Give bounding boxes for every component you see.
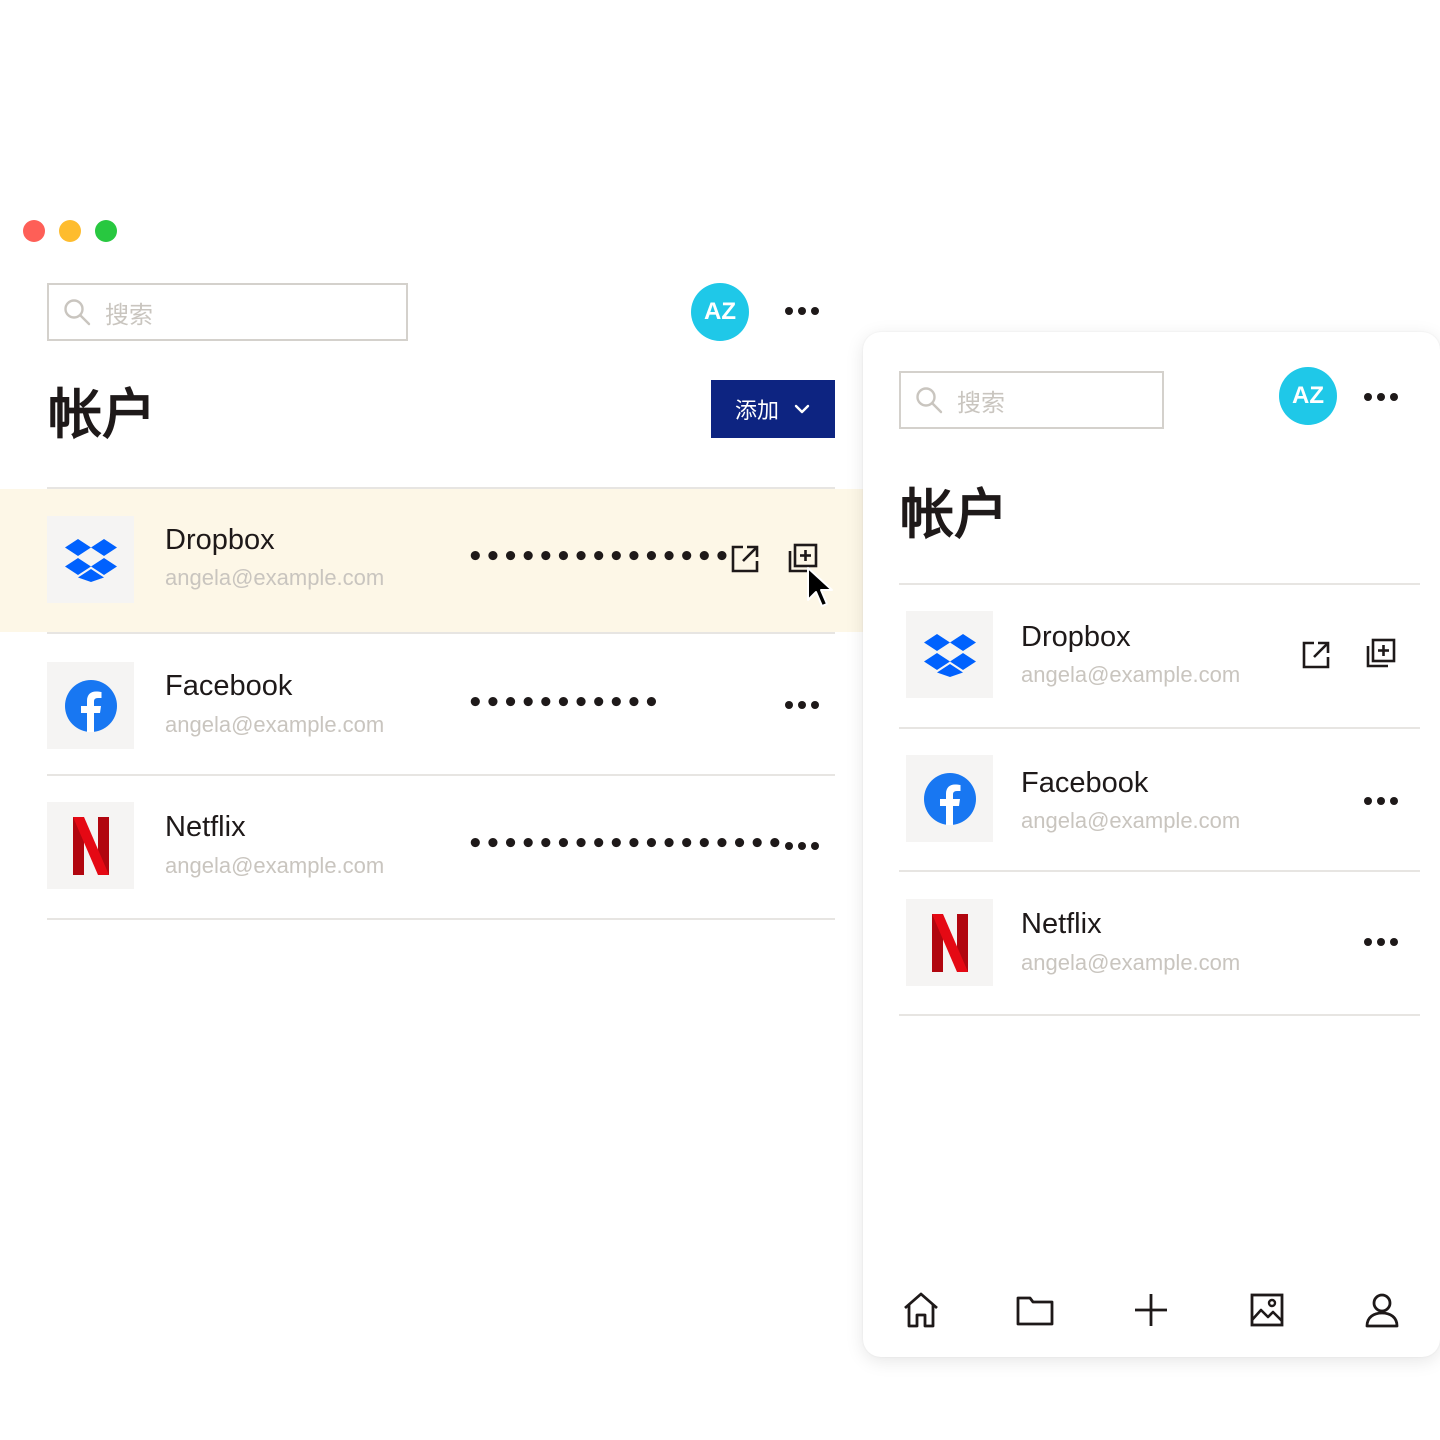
chevron-down-icon — [794, 404, 810, 414]
account-email: angela@example.com — [1021, 808, 1241, 833]
external-link-icon[interactable] — [728, 542, 762, 576]
account-name: Netflix — [165, 811, 246, 843]
divider — [899, 1014, 1420, 1016]
account-email: angela@example.com — [165, 565, 385, 590]
account-name: Dropbox — [1021, 621, 1131, 653]
account-name: Facebook — [165, 670, 293, 702]
account-name: Facebook — [1021, 767, 1149, 799]
window-minimize-button[interactable] — [59, 220, 81, 242]
search-input[interactable]: 搜索 — [899, 371, 1164, 429]
page-title: 帐户 — [48, 383, 156, 446]
facebook-logo — [47, 662, 134, 749]
search-icon — [916, 387, 943, 414]
netflix-logo — [47, 802, 134, 889]
account-name: Netflix — [1021, 908, 1102, 940]
add-button-label: 添加 — [734, 399, 779, 424]
divider — [899, 727, 1420, 729]
mouse-cursor-icon — [807, 567, 833, 607]
search-placeholder: 搜索 — [957, 388, 1005, 417]
more-menu-icon[interactable] — [785, 307, 819, 315]
add-button[interactable]: 添加 — [711, 380, 835, 438]
more-menu-icon[interactable] — [1364, 393, 1398, 401]
divider — [899, 870, 1420, 872]
search-placeholder: 搜索 — [105, 300, 153, 329]
avatar[interactable]: AZ — [1279, 367, 1337, 425]
window-close-button[interactable] — [23, 220, 45, 242]
folder-icon[interactable] — [1013, 1288, 1057, 1332]
account-email: angela@example.com — [165, 853, 385, 878]
account-email: angela@example.com — [1021, 950, 1241, 975]
divider — [47, 632, 835, 634]
external-link-icon[interactable] — [1299, 638, 1333, 672]
window-maximize-button[interactable] — [95, 220, 117, 242]
home-icon[interactable] — [899, 1288, 943, 1332]
divider — [47, 918, 835, 920]
account-password: •••••••••••••••••• — [467, 829, 785, 859]
avatar[interactable]: AZ — [691, 283, 749, 341]
account-name: Dropbox — [165, 524, 275, 556]
dropbox-logo — [47, 516, 134, 603]
divider — [47, 774, 835, 776]
plus-icon[interactable] — [1129, 1288, 1173, 1332]
dropbox-logo — [906, 611, 993, 698]
account-email: angela@example.com — [165, 712, 385, 737]
more-icon[interactable] — [1364, 797, 1398, 805]
more-icon[interactable] — [785, 701, 819, 709]
facebook-logo — [906, 755, 993, 842]
account-password: ••••••••••• — [467, 688, 661, 718]
more-icon[interactable] — [785, 842, 819, 850]
netflix-logo — [906, 899, 993, 986]
user-icon[interactable] — [1360, 1288, 1404, 1332]
more-icon[interactable] — [1364, 938, 1398, 946]
search-input[interactable]: 搜索 — [47, 283, 408, 341]
account-email: angela@example.com — [1021, 662, 1241, 687]
divider — [899, 583, 1420, 585]
copy-icon[interactable] — [1363, 637, 1397, 671]
search-icon — [64, 299, 91, 326]
photo-icon[interactable] — [1245, 1288, 1289, 1332]
page-title: 帐户 — [900, 483, 1008, 546]
account-password: ••••••••••••••• — [467, 542, 732, 572]
bottom-nav — [863, 1270, 1440, 1350]
